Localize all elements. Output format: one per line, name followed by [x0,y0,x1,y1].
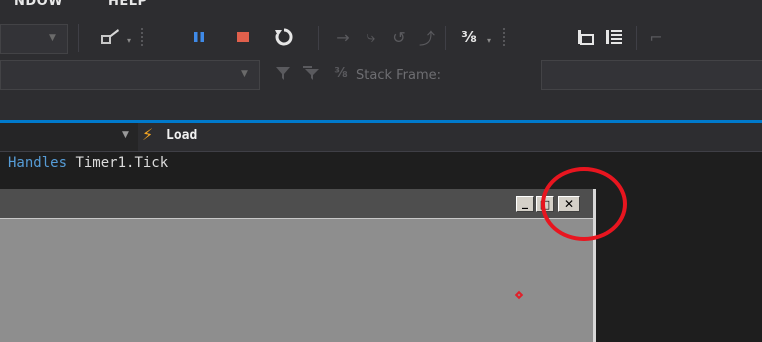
stop-icon[interactable] [232,26,254,48]
pause-icon[interactable] [188,26,210,48]
code-handler: Timer1.Tick [75,155,169,171]
code-line[interactable]: Handles Timer1.Tick [8,155,168,171]
toolbar-grip[interactable] [140,27,144,47]
form-client-area[interactable] [0,219,593,342]
step-over-icon[interactable]: ↺ [386,26,412,48]
document-tab-strip [0,94,762,120]
event-dropdown[interactable]: ⚡ Load [138,123,438,151]
toolbar-grip[interactable] [502,27,506,47]
annotation-circle [541,167,627,241]
flag-threads-icon[interactable] [300,62,322,84]
class-dropdown[interactable]: ▼ [0,123,138,151]
toolbar-separator [78,24,79,52]
solution-platform-combo[interactable]: ▼ [0,24,68,54]
code-keyword: Handles [8,155,68,171]
chevron-down-icon[interactable]: ▾ [127,36,131,45]
chevron-down-icon[interactable]: ▾ [487,36,491,45]
menu-window[interactable]: NDOW [14,0,63,9]
chevron-down-icon: ▼ [49,33,56,43]
lightning-icon: ⚡ [142,125,154,144]
toolbar-separator [445,26,446,50]
hex-toggle-icon[interactable]: ⅜ [330,62,352,84]
show-next-statement-icon[interactable]: → [332,26,354,48]
menu-help[interactable]: HELP [108,0,148,9]
restart-icon[interactable] [272,26,296,48]
toolbar-separator [318,26,319,50]
thread-combo[interactable]: ▼ [0,60,260,90]
toolbar-separator [636,26,637,50]
call-stack-icon[interactable] [602,26,626,48]
minimize-button[interactable]: _ [516,195,534,212]
chevron-down-icon: ▼ [122,130,129,140]
step-into-icon[interactable]: ⤷ [358,26,384,48]
filter-icon[interactable] [272,62,294,84]
minimize-glyph: _ [522,195,528,209]
stack-frame-combo[interactable] [541,60,762,90]
threads-icon[interactable] [574,26,598,48]
chevron-down-icon: ▼ [241,69,248,79]
step-out-icon[interactable]: ⤴ [414,26,440,48]
hex-display-icon[interactable]: ⅜ [456,26,482,48]
attach-process-icon[interactable] [98,26,122,48]
comment-icon[interactable]: ⌐ [644,26,668,48]
event-label: Load [166,128,198,143]
stack-frame-label: Stack Frame: [356,68,442,83]
form-title-bar[interactable] [0,189,593,219]
